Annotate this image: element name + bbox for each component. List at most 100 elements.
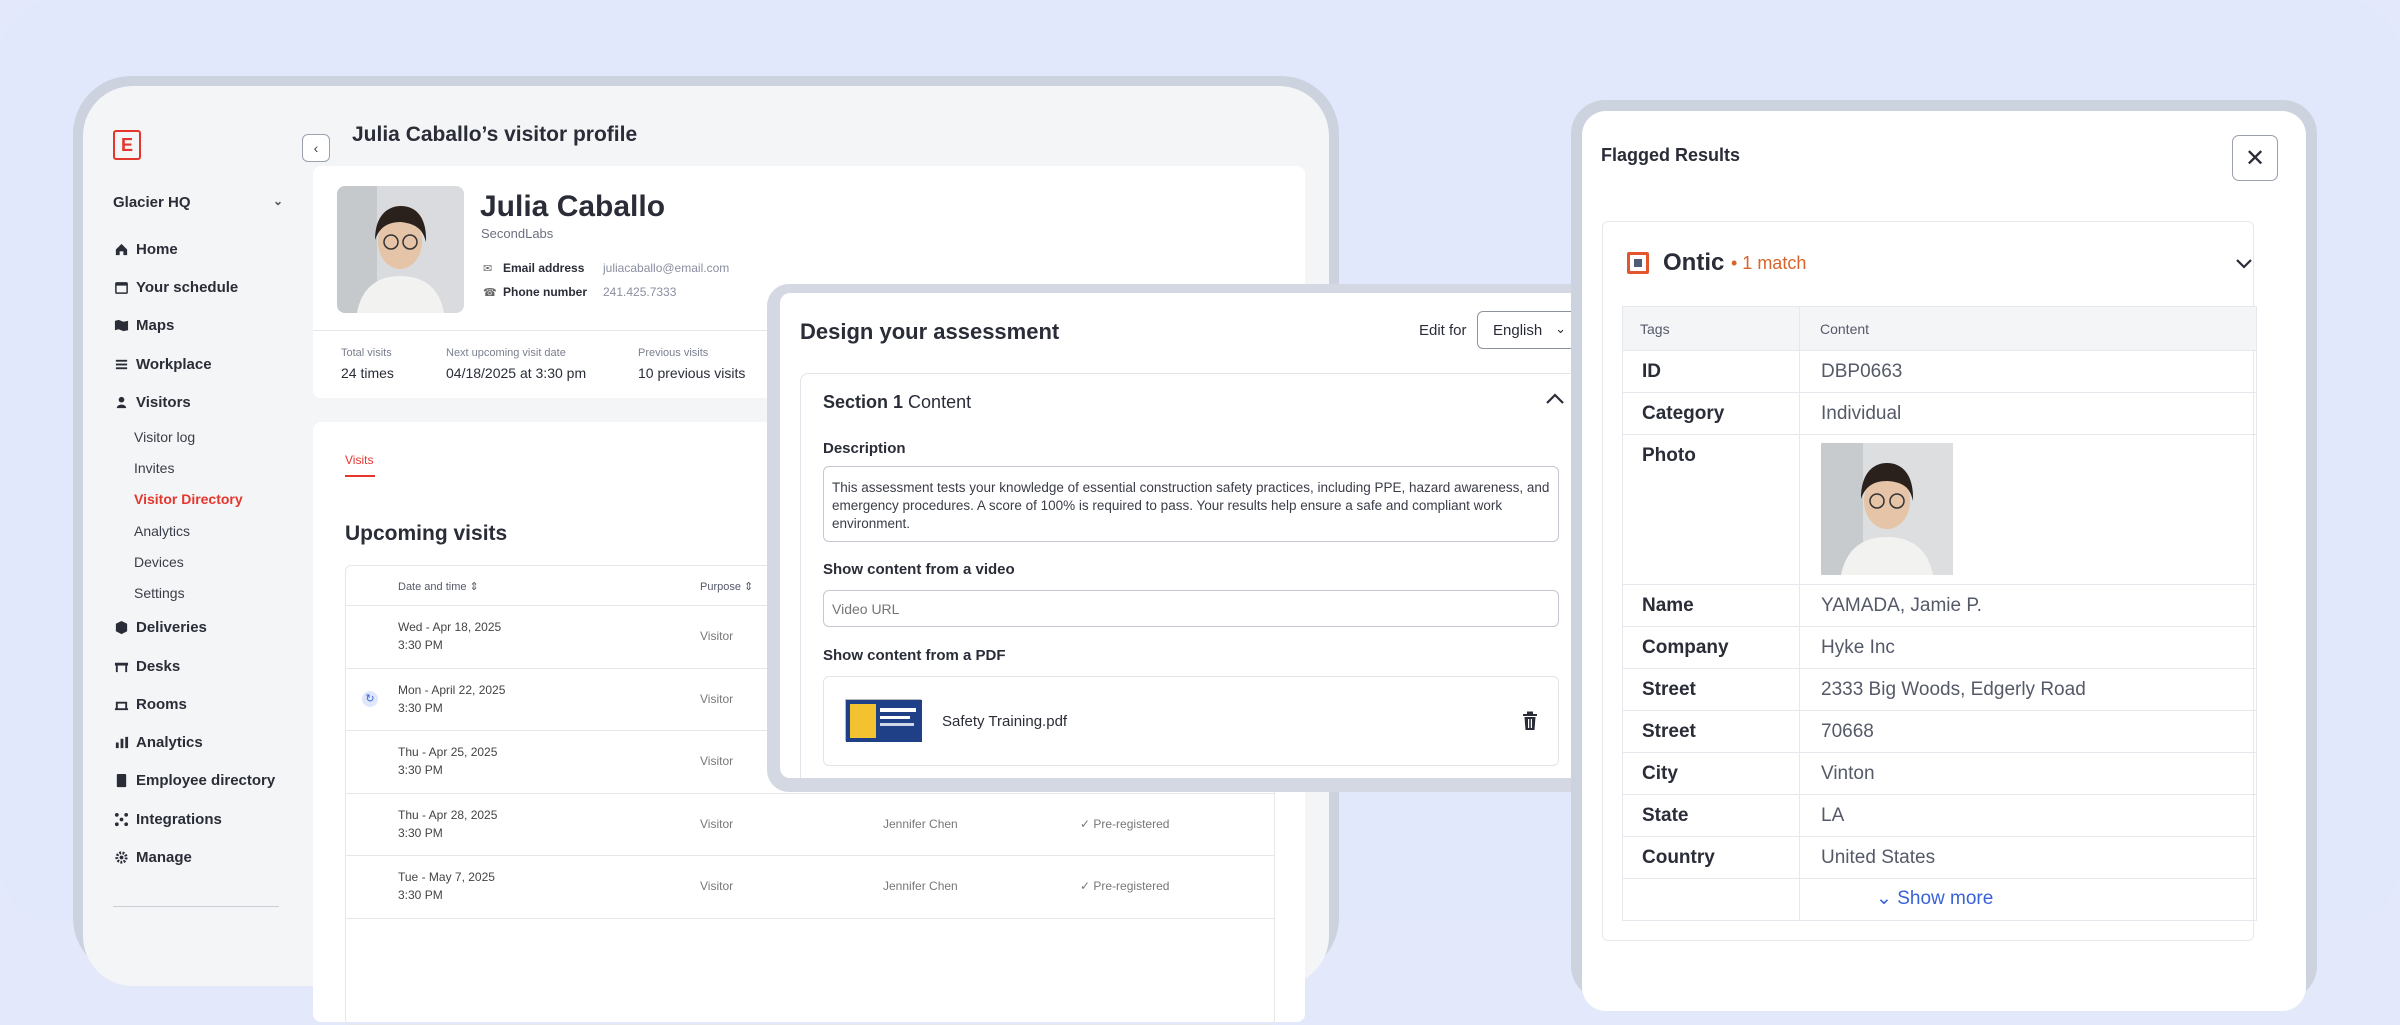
- pdf-filename: Safety Training.pdf: [942, 713, 1068, 730]
- visit-datetime: Thu - Apr 25, 2025 3:30 PM: [398, 743, 497, 779]
- app-logo[interactable]: E: [113, 130, 141, 160]
- description-textarea[interactable]: This assessment tests your knowledge of …: [823, 466, 1559, 542]
- visit-datetime: Mon - April 22, 2025 3:30 PM: [398, 681, 505, 717]
- visit-purpose: Visitor: [700, 691, 734, 706]
- phone-icon: ☎: [483, 286, 497, 299]
- sidebar-item-home[interactable]: Home: [113, 230, 283, 268]
- language-select[interactable]: English ⌄: [1477, 311, 1579, 349]
- video-label: Show content from a video: [823, 561, 1015, 578]
- result-tag: City: [1642, 763, 1678, 784]
- sidebar-item-desks[interactable]: Desks: [113, 647, 283, 685]
- show-more-link[interactable]: ⌄ Show more: [1876, 887, 1993, 910]
- visitor-name: Julia Caballo: [480, 190, 666, 223]
- visitor-company: SecondLabs: [481, 226, 554, 241]
- table-row[interactable]: Tue - May 7, 2025 3:30 PM Visitor Jennifer …: [346, 856, 1274, 919]
- sidebar-subitem-visitor-directory[interactable]: Visitor Directory: [113, 484, 283, 515]
- result-row: City Vinton: [1623, 753, 2256, 795]
- ontic-logo: [1627, 252, 1649, 274]
- close-button[interactable]: ✕: [2232, 135, 2278, 181]
- visit-datetime: Thu - Apr 28, 2025 3:30 PM: [398, 806, 497, 842]
- email-value[interactable]: juliacaballo@email.com: [603, 261, 729, 275]
- sidebar-item-analytics[interactable]: Analytics: [113, 724, 283, 762]
- flagged-results-title: Flagged Results: [1601, 145, 1741, 165]
- col-content-header: Content: [1820, 321, 1870, 337]
- pdf-thumbnail: [845, 699, 922, 742]
- result-row: ID DBP0663: [1623, 351, 2256, 393]
- phone-row: ☎ Phone number 241.425.7333: [483, 285, 676, 299]
- gear-icon: [113, 850, 129, 866]
- result-row: Street 70668: [1623, 711, 2256, 753]
- result-tag: Street: [1642, 721, 1696, 742]
- result-value: 70668: [1821, 721, 1874, 742]
- home-icon: [113, 241, 129, 257]
- sidebar-item-label: Manage: [136, 849, 192, 867]
- sidebar-subitem-devices[interactable]: Devices: [113, 546, 283, 577]
- phone-value[interactable]: 241.425.7333: [603, 285, 676, 299]
- sidebar-item-integrations[interactable]: Integrations: [113, 800, 283, 838]
- sidebar-subitem-analytics[interactable]: Analytics: [113, 515, 283, 546]
- visit-date: Tue - May 7, 2025: [398, 870, 495, 885]
- col-date-header[interactable]: Date and time ⇕: [398, 580, 479, 593]
- visit-purpose: Visitor: [700, 879, 734, 894]
- language-value: English: [1493, 321, 1543, 339]
- page-title: Julia Caballo’s visitor profile: [352, 123, 638, 146]
- result-tag: Photo: [1642, 445, 1696, 466]
- stat-value: 24 times: [341, 365, 394, 381]
- chevron-down-icon: ⌄: [1876, 888, 1892, 909]
- sidebar-item-rooms[interactable]: Rooms: [113, 685, 283, 723]
- result-tag: Category: [1642, 403, 1725, 424]
- results-table: Tags Content ID DBP0663 Category Individual…: [1622, 306, 2257, 921]
- sidebar-item-workplace[interactable]: Workplace: [113, 345, 283, 383]
- chart-icon: [113, 735, 129, 751]
- edit-for-label: Edit for: [1419, 322, 1467, 339]
- sidebar-subitem-invites[interactable]: Invites: [113, 453, 283, 484]
- video-url-input[interactable]: [823, 590, 1559, 627]
- back-button[interactable]: ‹: [302, 134, 330, 162]
- result-row: State LA: [1623, 795, 2256, 837]
- sidebar-item-deliveries[interactable]: Deliveries: [113, 609, 283, 647]
- section-card: Section 1 Content Description This asses…: [800, 373, 1581, 778]
- visit-time: 3:30 PM: [398, 763, 443, 778]
- sidebar-subitem-visitor-log[interactable]: Visitor log: [113, 421, 283, 452]
- result-value: Individual: [1821, 403, 1902, 424]
- sidebar-item-label: Desks: [136, 657, 181, 675]
- col-purpose-label: Purpose: [700, 581, 741, 593]
- sidebar-item-your-schedule[interactable]: Your schedule: [113, 268, 283, 306]
- book-icon: [113, 773, 129, 789]
- visit-host: Jennifer Chen: [883, 879, 958, 894]
- close-icon: ✕: [2244, 144, 2266, 172]
- pdf-attachment: Safety Training.pdf: [823, 676, 1559, 766]
- phone-label: Phone number: [503, 285, 588, 299]
- sidebar-subitem-settings[interactable]: Settings: [113, 577, 283, 608]
- sidebar-item-label: Analytics: [136, 734, 203, 752]
- section-name: Content: [908, 392, 972, 412]
- result-tag: State: [1642, 805, 1689, 826]
- result-tag: Company: [1642, 637, 1729, 658]
- stat-label: Total visits: [341, 347, 392, 359]
- trash-icon[interactable]: [1521, 711, 1539, 731]
- visit-host: Jennifer Chen: [883, 816, 958, 831]
- upcoming-visits-heading: Upcoming visits: [345, 522, 508, 545]
- source-name: Ontic: [1663, 249, 1725, 276]
- sidebar-item-maps[interactable]: Maps: [113, 307, 283, 345]
- col-purpose-header[interactable]: Purpose ⇕: [700, 580, 753, 593]
- sidebar-item-label: Visitors: [136, 393, 191, 411]
- visit-date: Thu - Apr 28, 2025: [398, 807, 498, 822]
- result-row: Category Individual: [1623, 393, 2256, 435]
- stat-value: 04/18/2025 at 3:30 pm: [446, 365, 587, 381]
- visit-purpose: Visitor: [700, 754, 734, 769]
- tab-visits[interactable]: Visits: [345, 453, 373, 467]
- sidebar-item-label: Your schedule: [136, 278, 239, 296]
- integrations-icon: [113, 811, 129, 827]
- visitor-avatar: [337, 186, 464, 313]
- chevron-down-icon[interactable]: [2235, 256, 2253, 270]
- table-row[interactable]: Thu - Apr 28, 2025 3:30 PM Visitor Jennifer…: [346, 794, 1274, 857]
- description-label: Description: [823, 440, 906, 457]
- sync-icon: ↻: [362, 690, 378, 707]
- sidebar-item-employee-directory[interactable]: Employee directory: [113, 762, 283, 800]
- sidebar-item-visitors[interactable]: Visitors: [113, 383, 283, 421]
- result-tag: Country: [1642, 847, 1715, 868]
- chevron-up-icon[interactable]: [1542, 386, 1568, 412]
- sidebar-item-manage[interactable]: Manage: [113, 838, 283, 876]
- location-switcher[interactable]: Glacier HQ ⌄: [113, 194, 283, 211]
